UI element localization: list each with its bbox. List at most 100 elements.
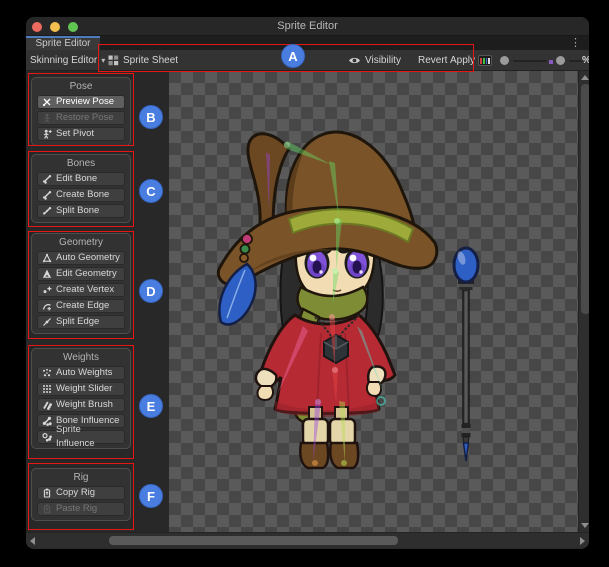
mip-large-icon: % [582, 50, 590, 71]
mip-small-icon [547, 50, 555, 71]
frame-grid-icon [108, 55, 119, 66]
rig-section: Rig Copy Rig Paste Rig [31, 468, 131, 521]
scroll-up-icon[interactable] [581, 75, 589, 80]
paste-rig-icon [42, 504, 52, 514]
restore-pose-icon [42, 113, 52, 123]
set-pivot-label: Set Pivot [56, 127, 94, 141]
visibility-label: Visibility [365, 55, 401, 66]
character-sprite [169, 71, 578, 532]
split-bone-button[interactable]: Split Bone [37, 204, 125, 218]
bones-section-title: Bones [32, 158, 130, 170]
annotation-circle-b: B [139, 105, 163, 129]
annotation-circle-e: E [139, 394, 163, 418]
title-bar: Sprite Editor [26, 17, 589, 36]
sprite-influence-label: Sprite Influence [56, 423, 120, 451]
character-body [218, 132, 436, 468]
split-edge-button[interactable]: Split Edge [37, 315, 125, 329]
tab-sprite-editor[interactable]: Sprite Editor [26, 36, 100, 50]
weights-section: Weights Auto Weights Weight Slider [31, 348, 131, 449]
scroll-down-icon[interactable] [581, 523, 589, 528]
sprite-sheet-label: Sprite Sheet [123, 55, 178, 66]
edit-geometry-button[interactable]: Edit Geometry [37, 267, 125, 281]
staff-sprite [454, 248, 478, 461]
weight-brush-icon [42, 400, 52, 410]
zoom-slider[interactable] [500, 50, 547, 71]
paste-rig-label: Paste Rig [56, 502, 97, 516]
restore-pose-label: Restore Pose [56, 111, 114, 125]
annotation-circle-d: D [139, 279, 163, 303]
create-vertex-icon [42, 285, 52, 295]
kebab-menu-icon[interactable]: ⋮ [570, 36, 581, 50]
weights-section-title: Weights [32, 352, 130, 364]
bone-influence-icon [42, 416, 52, 426]
rgb-swatch-icon [478, 55, 492, 66]
mip-slider[interactable] [556, 50, 582, 71]
edit-bone-label: Edit Bone [56, 172, 97, 186]
split-edge-icon [42, 317, 52, 327]
geometry-section-title: Geometry [32, 237, 130, 249]
zoom-slider-track[interactable] [513, 60, 547, 62]
paste-rig-button[interactable]: Paste Rig [37, 502, 125, 516]
create-bone-button[interactable]: Create Bone [37, 188, 125, 202]
copy-rig-button[interactable]: Copy Rig [37, 486, 125, 500]
auto-geometry-icon [42, 253, 52, 263]
color-channel-button[interactable] [478, 50, 492, 71]
pose-section-title: Pose [32, 81, 130, 93]
edit-bone-button[interactable]: Edit Bone [37, 172, 125, 186]
auto-geometry-label: Auto Geometry [56, 251, 120, 265]
zoom-slider-knob[interactable] [500, 56, 509, 65]
toolbar: Skinning Editor ▾ Sprite Sheet Visibilit… [26, 50, 589, 71]
chevron-down-icon: ▾ [101, 56, 105, 65]
geometry-section: Geometry Auto Geometry Edit Geometry [31, 233, 131, 334]
vertical-scrollbar-thumb[interactable] [581, 84, 590, 314]
weight-slider-button[interactable]: Weight Slider [37, 382, 125, 396]
copy-rig-label: Copy Rig [56, 486, 95, 500]
auto-geometry-button[interactable]: Auto Geometry [37, 251, 125, 265]
create-vertex-label: Create Vertex [56, 283, 114, 297]
edit-geometry-icon [42, 269, 52, 279]
set-pivot-icon [42, 129, 52, 139]
mode-dropdown[interactable]: Skinning Editor ▾ [30, 50, 105, 71]
sprite-sheet-button[interactable]: Sprite Sheet [108, 50, 178, 71]
eye-icon [348, 56, 361, 65]
preview-pose-label: Preview Pose [56, 95, 114, 109]
edit-geometry-label: Edit Geometry [56, 267, 117, 281]
bones-section: Bones Edit Bone Create Bone [31, 154, 131, 223]
apply-button[interactable]: Apply [450, 50, 475, 71]
copy-rig-icon [42, 488, 52, 498]
create-edge-button[interactable]: Create Edge [37, 299, 125, 313]
sprite-influence-button[interactable]: Sprite Influence [37, 430, 125, 444]
edit-bone-icon [42, 174, 52, 184]
preview-pose-button[interactable]: Preview Pose [37, 95, 125, 109]
content-area: Pose Preview Pose Restore Pose [26, 71, 589, 532]
preview-pose-icon [42, 97, 52, 107]
sprite-editor-window: Sprite Editor Sprite Editor ⋮ Skinning E… [25, 16, 590, 550]
sprite-influence-icon [42, 432, 52, 442]
create-edge-icon [42, 301, 52, 311]
horizontal-scrollbar[interactable] [26, 532, 589, 547]
scroll-left-icon[interactable] [30, 537, 35, 545]
weight-slider-label: Weight Slider [56, 382, 112, 396]
split-bone-label: Split Bone [56, 204, 99, 218]
weight-slider-icon [42, 384, 52, 394]
tab-bar: Sprite Editor ⋮ [26, 36, 589, 50]
create-bone-icon [42, 190, 52, 200]
window-title: Sprite Editor [26, 20, 589, 32]
revert-button[interactable]: Revert [418, 50, 447, 71]
restore-pose-button[interactable]: Restore Pose [37, 111, 125, 125]
mip-slider-track[interactable] [569, 60, 582, 62]
weight-brush-button[interactable]: Weight Brush [37, 398, 125, 412]
sprite-canvas[interactable] [169, 71, 578, 532]
mode-dropdown-value: Skinning Editor [30, 55, 97, 66]
annotation-circle-a: A [281, 44, 305, 68]
set-pivot-button[interactable]: Set Pivot [37, 127, 125, 141]
scroll-right-icon[interactable] [580, 537, 585, 545]
vertical-scrollbar[interactable] [578, 71, 590, 532]
create-vertex-button[interactable]: Create Vertex [37, 283, 125, 297]
annotation-circle-c: C [139, 179, 163, 203]
auto-weights-icon [42, 368, 52, 378]
mip-slider-knob[interactable] [556, 56, 565, 65]
auto-weights-button[interactable]: Auto Weights [37, 366, 125, 380]
visibility-toggle[interactable]: Visibility [348, 50, 401, 71]
horizontal-scrollbar-thumb[interactable] [109, 536, 398, 545]
